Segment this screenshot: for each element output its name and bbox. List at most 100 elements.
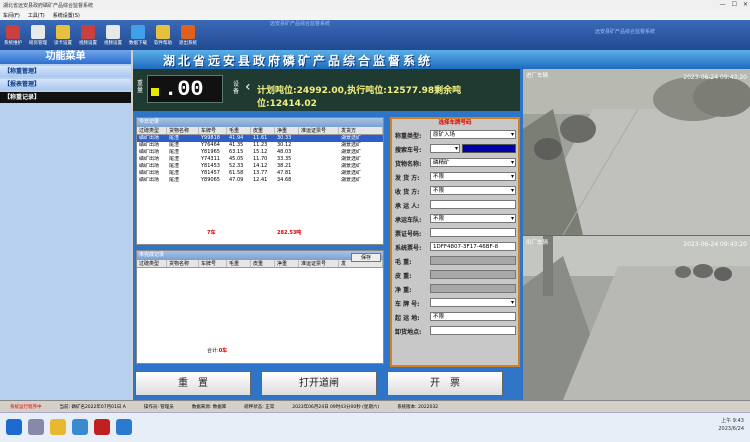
form-row: 净 重: [392, 282, 518, 295]
column-header[interactable]: 过磅类型 [137, 260, 167, 267]
camera-timestamp: 2023-06-24 09:43:20 [683, 74, 747, 81]
menu-tools[interactable]: 工具(T) [28, 12, 45, 19]
open-gate-button[interactable]: 打开道闸 [261, 371, 377, 396]
column-header[interactable]: 皮重 [251, 260, 275, 267]
form-input[interactable]: 1DFF4807-3F17-46BF-8 [430, 242, 516, 251]
folder-icon[interactable] [50, 419, 66, 435]
form-input[interactable] [430, 228, 516, 237]
column-header[interactable]: 皮重 [251, 127, 275, 134]
app-icon-2[interactable] [116, 419, 132, 435]
column-header[interactable]: 货物名称 [167, 260, 199, 267]
toolbar-button[interactable]: 读卡设置 [52, 20, 74, 50]
column-header[interactable]: 净重 [275, 260, 299, 267]
form-label: 毛 重: [395, 259, 412, 266]
menu-records[interactable]: 【称重记录】 [0, 92, 131, 103]
minimize-button[interactable]: — [720, 1, 726, 8]
tray-time: 上午 9:43 [721, 418, 744, 424]
table-row[interactable]: 磷矿出场 尾渣 Y81453 52.33 14.12 38.21 湖景选矿 [137, 163, 383, 170]
column-header[interactable]: 过磅类型 [137, 127, 167, 134]
search-color-box [462, 144, 516, 153]
table-row[interactable]: 磷矿出场 尾渣 Y76464 41.35 11.23 30.12 湖景选矿 [137, 142, 383, 149]
save-button[interactable]: 保存 [351, 253, 381, 262]
toolbar-button[interactable]: 退出系统 [177, 20, 199, 50]
form-row: 皮 重: [392, 268, 518, 281]
table-row[interactable]: 磷矿出场 尾渣 Y74311 45.05 11.70 33.35 湖景选矿 [137, 156, 383, 163]
form-input[interactable]: 不限 [430, 312, 516, 321]
table-cell: 磷矿出场 [139, 142, 160, 148]
pending-summary: 合计:0车 [207, 347, 227, 354]
status-scale: 磅秤状态: 正常 [244, 404, 275, 410]
table-cell: 13.77 [253, 170, 268, 176]
pending-records-grid[interactable]: 未完成记录 保存 过磅类型 货物名称 车牌号 毛重 皮重 净重 准运证票号发 合计:0车 [136, 250, 384, 364]
toolbar-button[interactable]: 软件帮助 [152, 20, 174, 50]
table-cell [299, 170, 339, 177]
column-header[interactable]: 准运证票号 [299, 260, 339, 267]
search-icon[interactable] [28, 419, 44, 435]
chevron-left-icon[interactable]: ‹ [245, 79, 251, 95]
issue-ticket-button[interactable]: 开 票 [387, 371, 503, 396]
column-header[interactable]: 毛重 [227, 260, 251, 267]
camera-timestamp: 2023-06-24 09:43:20 [683, 241, 747, 248]
form-label: 车 牌 号: [395, 301, 420, 308]
camera-label: 进厂车辆 [526, 73, 549, 79]
toolbar-icon [56, 24, 70, 39]
table-row[interactable]: 磷矿出场 尾渣 Y99818 41.94 11.61 30.33 湖景选矿 [137, 135, 383, 142]
table-cell: 湖景选矿 [341, 177, 362, 183]
close-button[interactable]: ✕ [743, 1, 748, 8]
form-dropdown[interactable]: 不限 [430, 186, 516, 195]
form-dropdown[interactable] [430, 144, 460, 153]
column-header[interactable]: 发货方 [339, 127, 383, 134]
column-header[interactable]: 车牌号 [199, 127, 227, 134]
table-row[interactable]: 磷矿出场 尾渣 Y89065 47.09 12.41 34.68 湖景选矿 [137, 177, 383, 184]
form-dropdown[interactable]: 不限 [430, 172, 516, 181]
menu-weighing[interactable]: 【称重管理】 [0, 66, 131, 77]
toolbar-button[interactable]: 视频设置 [102, 20, 124, 50]
form-input[interactable] [430, 326, 516, 335]
table-cell: 41.94 [229, 135, 244, 141]
form-label: 称重类型: [395, 133, 422, 140]
form-dropdown[interactable] [430, 298, 516, 307]
form-input[interactable] [430, 256, 516, 265]
menu-settings[interactable]: 系统设置(S) [53, 12, 80, 19]
vehicle-count: 7车 [207, 230, 216, 236]
toolbar-button[interactable]: 磅房管理 [27, 20, 49, 50]
form-dropdown[interactable]: 磷精矿 [430, 158, 516, 167]
table-row[interactable]: 磷矿出场 尾渣 Y81457 61.58 13.77 47.81 湖景选矿 [137, 170, 383, 177]
form-dropdown[interactable]: 不限 [430, 214, 516, 223]
form-input[interactable] [430, 200, 516, 209]
toolbar-button[interactable]: 数据下载 [127, 20, 149, 50]
column-header[interactable]: 净重 [275, 127, 299, 134]
toolbar-button[interactable]: 视频设置 [77, 20, 99, 50]
status-indicator-icon [151, 88, 159, 96]
table-cell: 45.05 [229, 156, 244, 162]
form-row: 发 货 方: 不限 [392, 170, 518, 183]
weight-display: .00 [147, 75, 223, 103]
table-row[interactable]: 磷矿出场 尾渣 Y81965 63.15 15.12 48.03 湖景选矿 [137, 149, 383, 156]
column-header[interactable]: 毛重 [227, 127, 251, 134]
table-cell: 12.41 [253, 177, 268, 183]
app-icon[interactable] [94, 419, 110, 435]
column-header[interactable]: 准运证票号 [299, 127, 339, 134]
column-header[interactable]: 车牌号 [199, 260, 227, 267]
menu-reports[interactable]: 【报表管理】 [0, 79, 131, 90]
toolbar-label: 视频设置 [104, 40, 122, 46]
toolbar-button[interactable]: 系统维护 [2, 20, 24, 50]
main-area: 湖北省远安县政府磷矿产品综合监督系统 重量 .00 设备 ‹ 计划吨位:2499… [133, 50, 750, 400]
status-datetime: 2023年06月24日 09时43分00秒 (星期六) [292, 404, 380, 410]
form-input[interactable] [430, 284, 516, 293]
start-icon[interactable] [6, 419, 22, 435]
table-cell: Y99818 [201, 135, 220, 141]
reset-button[interactable]: 重 置 [135, 371, 251, 396]
table-cell: 11.23 [253, 142, 268, 148]
toolbar-icon [6, 24, 20, 39]
form-dropdown[interactable]: 原矿入场 [430, 130, 516, 139]
table-cell: 尾渣 [169, 163, 180, 169]
today-records-grid[interactable]: 今日记录 过磅类型 货物名称 车牌号 毛重 皮重 净重 准运证票号 发货方 磷矿出场 尾渣 Y99… [136, 117, 384, 245]
maximize-button[interactable]: ☐ [732, 1, 737, 8]
form-input[interactable] [430, 270, 516, 279]
menu-vehicle[interactable]: 车间(F) [3, 12, 20, 19]
form-label: 皮 重: [395, 273, 412, 280]
edge-icon[interactable] [72, 419, 88, 435]
table-cell: 磷矿出场 [139, 163, 160, 169]
column-header[interactable]: 货物名称 [167, 127, 199, 134]
